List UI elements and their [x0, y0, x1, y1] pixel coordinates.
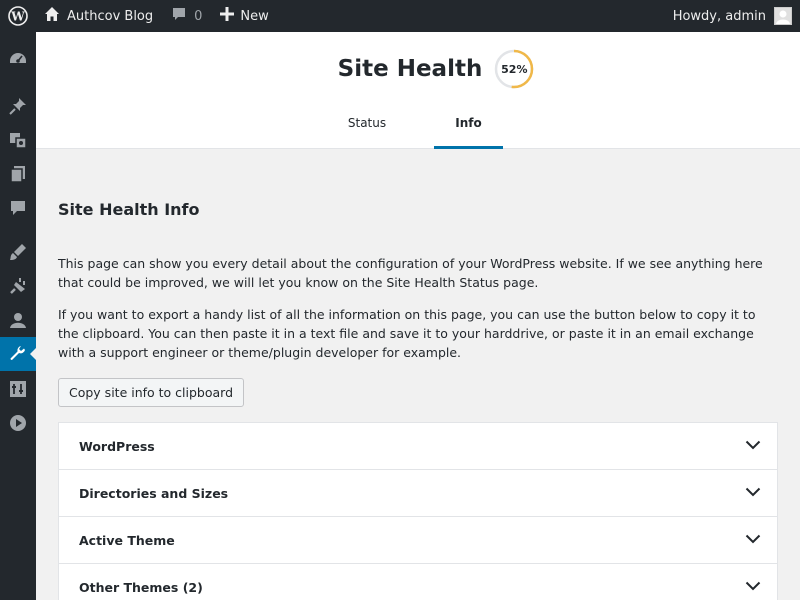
my-account-menu[interactable]: Howdy, admin [673, 0, 792, 32]
site-name-link[interactable]: Authcov Blog [36, 0, 161, 32]
comment-bubble-icon [171, 6, 187, 26]
accordion-other-themes[interactable]: Other Themes (2) [59, 564, 777, 600]
accordion-active-theme[interactable]: Active Theme [59, 517, 777, 564]
title-wrap: Site Health 52% [36, 49, 800, 89]
dashboard-icon[interactable] [0, 43, 36, 77]
accordion-wordpress[interactable]: WordPress [59, 423, 777, 470]
appearance-icon[interactable] [0, 235, 36, 269]
chevron-down-icon [745, 580, 761, 595]
health-tabs: Status Info [36, 107, 800, 149]
new-content-link[interactable]: New [212, 0, 276, 32]
howdy-label: Howdy, admin [672, 8, 766, 24]
tools-icon[interactable] [0, 337, 36, 371]
info-description: This page can show you every detail abou… [58, 256, 763, 290]
admin-sidebar [0, 32, 36, 600]
copy-site-info-button[interactable]: Copy site info to clipboard [58, 378, 245, 407]
info-accordion: WordPress Directories and Sizes Active T… [58, 422, 778, 600]
chevron-down-icon [745, 486, 761, 501]
comments-icon[interactable] [0, 191, 36, 225]
tab-status[interactable]: Status [332, 107, 402, 149]
accordion-label: Other Themes (2) [79, 579, 203, 595]
comments-link[interactable]: 0 [161, 0, 212, 32]
health-score-indicator: 52% [494, 49, 534, 89]
users-icon[interactable] [0, 303, 36, 337]
pin-icon[interactable] [0, 89, 36, 123]
svg-text:W: W [10, 10, 25, 24]
section-title: Site Health Info [58, 200, 200, 219]
health-score-label: 52% [501, 62, 528, 76]
wordpress-logo-icon[interactable]: W [0, 0, 36, 32]
comment-count: 0 [194, 8, 203, 24]
tab-info[interactable]: Info [434, 107, 503, 149]
page-title: Site Health [337, 56, 483, 82]
pages-icon[interactable] [0, 157, 36, 191]
plugins-icon[interactable] [0, 269, 36, 303]
accordion-label: Directories and Sizes [79, 485, 229, 501]
media-play-icon[interactable] [0, 406, 36, 440]
plus-icon [220, 7, 235, 25]
chevron-down-icon [745, 439, 761, 454]
export-description: If you want to export a handy list of al… [58, 307, 756, 360]
home-icon [44, 6, 60, 26]
new-label: New [240, 8, 269, 24]
accordion-label: WordPress [79, 438, 155, 454]
settings-icon[interactable] [0, 372, 36, 406]
media-icon[interactable] [0, 123, 36, 157]
avatar [774, 7, 792, 25]
chevron-down-icon [745, 533, 761, 548]
site-health-header: Site Health 52% Status Info [36, 32, 800, 149]
accordion-directories-and-sizes[interactable]: Directories and Sizes [59, 470, 777, 517]
main-content: Site Health Info This page can show you … [36, 149, 800, 600]
admin-bar: W Authcov Blog 0 New Howdy, admin [0, 0, 800, 32]
site-name-label: Authcov Blog [67, 8, 154, 24]
accordion-label: Active Theme [79, 532, 175, 548]
